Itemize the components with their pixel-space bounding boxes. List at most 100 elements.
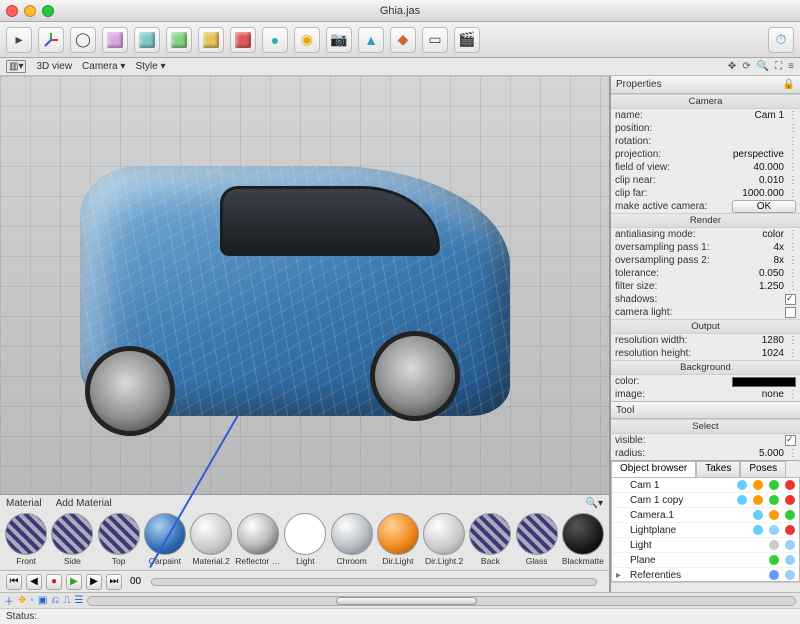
horizontal-scrollbar[interactable] bbox=[87, 596, 796, 606]
object-row[interactable]: Camera.1 bbox=[612, 508, 799, 523]
lock-icon[interactable]: 🔒 bbox=[783, 79, 795, 90]
minimize-icon[interactable] bbox=[24, 5, 36, 17]
object-flag-icon[interactable] bbox=[737, 480, 747, 490]
browser-tab-takes[interactable]: Takes bbox=[696, 461, 740, 477]
prop-value[interactable]: 1.250 bbox=[720, 281, 784, 292]
prop-more-icon[interactable]: ⋮ bbox=[788, 281, 796, 292]
prop-more-icon[interactable]: ⋮ bbox=[788, 123, 796, 134]
material-chroom[interactable]: Chroom bbox=[330, 513, 374, 568]
prop-more-icon[interactable]: ⋮ bbox=[788, 229, 796, 240]
object-row[interactable]: Light bbox=[612, 538, 799, 553]
panel-layout-icon[interactable]: ▥▾ bbox=[6, 60, 26, 73]
prop-value[interactable]: perspective bbox=[720, 149, 784, 160]
prop-value[interactable]: Cam 1 bbox=[720, 110, 784, 121]
object-row[interactable]: Plane bbox=[612, 553, 799, 568]
material-front[interactable]: Front bbox=[4, 513, 48, 568]
primitive-cube-2[interactable] bbox=[166, 27, 192, 53]
material-side[interactable]: Side bbox=[50, 513, 94, 568]
object-flag-icon[interactable] bbox=[753, 495, 763, 505]
object-flag-icon[interactable] bbox=[785, 555, 795, 565]
object-row[interactable]: Lightplane bbox=[612, 523, 799, 538]
primitive-cube-3[interactable] bbox=[198, 27, 224, 53]
browser-tab-poses[interactable]: Poses bbox=[740, 461, 786, 477]
object-flag-icon[interactable] bbox=[785, 570, 795, 580]
material-carpaint[interactable]: Carpaint bbox=[143, 513, 187, 568]
object-flag-icon[interactable] bbox=[769, 570, 779, 580]
object-row[interactable]: Cam 1 copy bbox=[612, 493, 799, 508]
primitive-cube-0[interactable] bbox=[102, 27, 128, 53]
model-ghia[interactable] bbox=[80, 166, 510, 416]
tl-play-button[interactable]: ▶ bbox=[66, 574, 82, 590]
prop-more-icon[interactable]: ⋮ bbox=[788, 188, 796, 199]
shape-tool[interactable]: ◯ bbox=[70, 27, 96, 53]
timeline-track[interactable] bbox=[151, 578, 597, 586]
object-flag-icon[interactable] bbox=[769, 510, 779, 520]
viewport-3d[interactable]: Material Add Material 🔍▾ FrontSideTopCar… bbox=[0, 76, 610, 592]
tl-record-button[interactable]: ● bbox=[46, 574, 62, 590]
prop-value[interactable]: color bbox=[720, 229, 784, 240]
droplet-tool[interactable]: ▲ bbox=[358, 27, 384, 53]
material-dir.light.2[interactable]: Dir.Light.2 bbox=[422, 513, 466, 568]
prop-value[interactable]: none bbox=[720, 389, 784, 400]
prop-value[interactable]: 1280 bbox=[720, 335, 784, 346]
object-flag-icon[interactable] bbox=[769, 525, 779, 535]
prop-checkbox[interactable] bbox=[785, 307, 796, 318]
prop-value[interactable]: 5.000 bbox=[720, 448, 784, 459]
prop-value[interactable]: 40.000 bbox=[720, 162, 784, 173]
prop-more-icon[interactable]: ⋮ bbox=[788, 242, 796, 253]
tl-last-button[interactable]: ⏭ bbox=[106, 574, 122, 590]
primitive-cube-4[interactable] bbox=[230, 27, 256, 53]
plugin-tool[interactable]: ◆ bbox=[390, 27, 416, 53]
prop-button[interactable]: OK bbox=[732, 200, 796, 213]
object-flag-icon[interactable] bbox=[737, 495, 747, 505]
bs-add-icon[interactable]: ＋ bbox=[4, 593, 14, 608]
primitive-cube-1[interactable] bbox=[134, 27, 160, 53]
prop-more-icon[interactable]: ⋮ bbox=[788, 268, 796, 279]
object-flag-icon[interactable] bbox=[769, 555, 779, 565]
prop-value[interactable]: 4x bbox=[720, 242, 784, 253]
tl-prev-button[interactable]: ◀ bbox=[26, 574, 42, 590]
close-icon[interactable] bbox=[6, 5, 18, 17]
vp-menu-icon[interactable]: ≡ bbox=[788, 61, 794, 72]
object-flag-icon[interactable] bbox=[753, 525, 763, 535]
object-flag-icon[interactable] bbox=[785, 480, 795, 490]
axes-tool[interactable] bbox=[38, 27, 64, 53]
object-flag-icon[interactable] bbox=[753, 480, 763, 490]
vp-frame-icon[interactable]: ⛶ bbox=[775, 61, 782, 72]
material-top[interactable]: Top bbox=[97, 513, 141, 568]
zoom-icon[interactable] bbox=[42, 5, 54, 17]
prop-value[interactable]: 1000.000 bbox=[720, 188, 784, 199]
image-tool[interactable]: ▭ bbox=[422, 27, 448, 53]
material-dir.light[interactable]: Dir.Light bbox=[376, 513, 420, 568]
prop-more-icon[interactable]: ⋮ bbox=[788, 448, 796, 459]
prop-checkbox[interactable] bbox=[785, 435, 796, 446]
prop-more-icon[interactable]: ⋮ bbox=[788, 255, 796, 266]
tl-first-button[interactable]: ⏮ bbox=[6, 574, 22, 590]
object-flag-icon[interactable] bbox=[769, 540, 779, 550]
browser-tab-object-browser[interactable]: Object browser bbox=[611, 461, 696, 477]
bs-move-icon[interactable]: ✥ bbox=[18, 595, 26, 606]
object-row[interactable]: Cam 1 bbox=[612, 478, 799, 493]
vp-move-icon[interactable]: ✥ bbox=[728, 61, 736, 72]
material-back[interactable]: Back bbox=[468, 513, 512, 568]
clapper-tool[interactable]: 🎬 bbox=[454, 27, 480, 53]
bulb-tool[interactable]: ◉ bbox=[294, 27, 320, 53]
object-flag-icon[interactable] bbox=[785, 525, 795, 535]
material-reflector h…[interactable]: Reflector H… bbox=[235, 513, 281, 568]
prop-value[interactable]: 0.010 bbox=[720, 175, 784, 186]
prop-more-icon[interactable]: ⋮ bbox=[788, 149, 796, 160]
prop-more-icon[interactable]: ⋮ bbox=[788, 162, 796, 173]
object-flag-icon[interactable] bbox=[769, 495, 779, 505]
prop-more-icon[interactable]: ⋮ bbox=[788, 389, 796, 400]
sphere-tool[interactable]: ● bbox=[262, 27, 288, 53]
prop-more-icon[interactable]: ⋮ bbox=[788, 348, 796, 359]
bs-cube-icon[interactable]: ▣ bbox=[38, 595, 47, 606]
disclosure-icon[interactable]: ▸ bbox=[616, 570, 624, 581]
material-blackmatte[interactable]: Blackmatte bbox=[561, 513, 605, 568]
object-flag-icon[interactable] bbox=[769, 480, 779, 490]
material-glass[interactable]: Glass bbox=[515, 513, 559, 568]
bs-misc3-icon[interactable]: ☰ bbox=[74, 595, 83, 606]
prop-more-icon[interactable]: ⋮ bbox=[788, 136, 796, 147]
style-dropdown[interactable]: Style ▾ bbox=[135, 61, 165, 72]
vp-rotate-icon[interactable]: ⟳ bbox=[742, 61, 750, 72]
